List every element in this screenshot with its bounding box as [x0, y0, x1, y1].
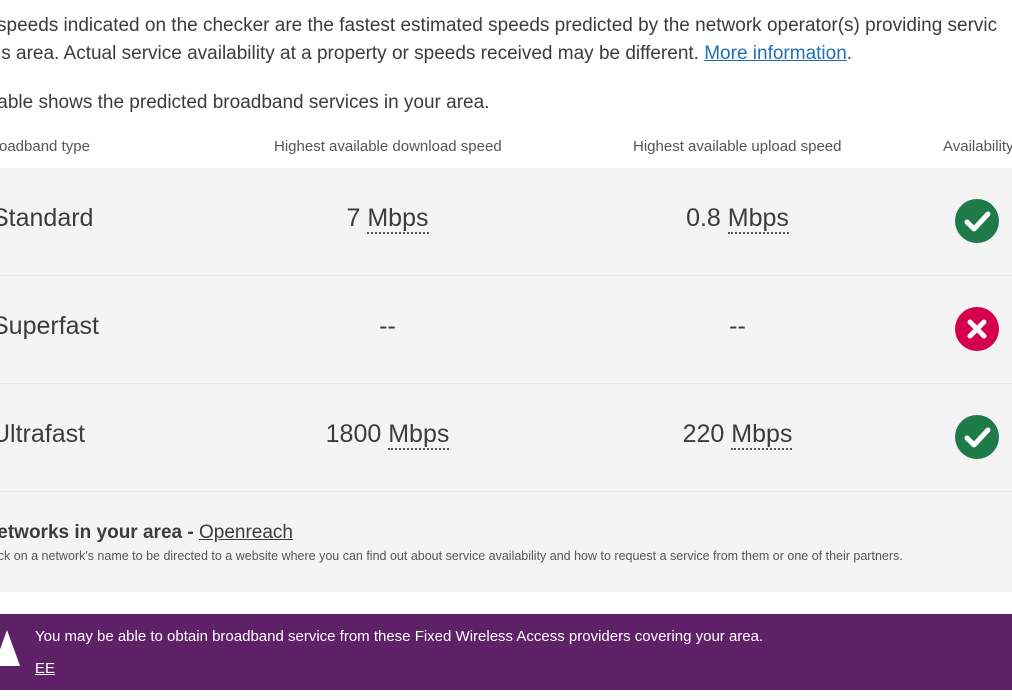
broadband-table: Standard 7 Mbps 0.8 Mbps Superfast -- --…	[0, 168, 1012, 492]
networks-panel: letworks in your area - Openreach ick on…	[0, 492, 1012, 592]
header-upload-speed: Highest available upload speed	[633, 138, 842, 155]
download-speed: --	[379, 312, 396, 340]
download-speed: 1800 Mbps	[325, 420, 450, 450]
header-availability: Availability	[943, 138, 1012, 155]
check-circle-icon	[955, 199, 999, 243]
broadband-type: Superfast	[0, 312, 100, 340]
header-download-speed: Highest available download speed	[274, 138, 502, 155]
upload-speed: 0.8 Mbps	[686, 204, 789, 234]
openreach-link[interactable]: Openreach	[199, 522, 293, 543]
check-circle-icon	[955, 415, 999, 459]
upload-speed: 220 Mbps	[682, 420, 793, 450]
ee-provider-link[interactable]: EE	[35, 660, 55, 677]
speed-unit[interactable]: Mbps	[727, 204, 789, 234]
intro-text: speeds indicated on the checker are the …	[0, 12, 1012, 68]
header-broadband-type: roadband type	[0, 138, 90, 155]
networks-help-text: ick on a network's name to be directed t…	[0, 549, 903, 563]
intro-line-2: is area. Actual service availability at …	[0, 43, 853, 64]
fixed-wireless-banner: You may be able to obtain broadband serv…	[0, 614, 1012, 690]
intro-line-1: speeds indicated on the checker are the …	[0, 15, 998, 36]
upload-speed: --	[729, 312, 746, 340]
broadband-type: Ultrafast	[0, 420, 86, 448]
cross-circle-icon	[955, 307, 999, 351]
more-information-link[interactable]: More information	[704, 43, 847, 64]
table-row: Superfast -- --	[0, 276, 1012, 384]
speed-unit[interactable]: Mbps	[731, 420, 793, 450]
speed-unit[interactable]: Mbps	[367, 204, 429, 234]
table-row: Ultrafast 1800 Mbps 220 Mbps	[0, 384, 1012, 492]
download-speed: 7 Mbps	[346, 204, 429, 234]
table-description: table shows the predicted broadband serv…	[0, 92, 490, 113]
banner-message: You may be able to obtain broadband serv…	[35, 628, 764, 645]
speed-unit[interactable]: Mbps	[388, 420, 450, 450]
table-row: Standard 7 Mbps 0.8 Mbps	[0, 168, 1012, 276]
warning-icon	[0, 630, 20, 671]
networks-title: letworks in your area - Openreach	[0, 522, 293, 543]
broadband-type: Standard	[0, 204, 94, 232]
